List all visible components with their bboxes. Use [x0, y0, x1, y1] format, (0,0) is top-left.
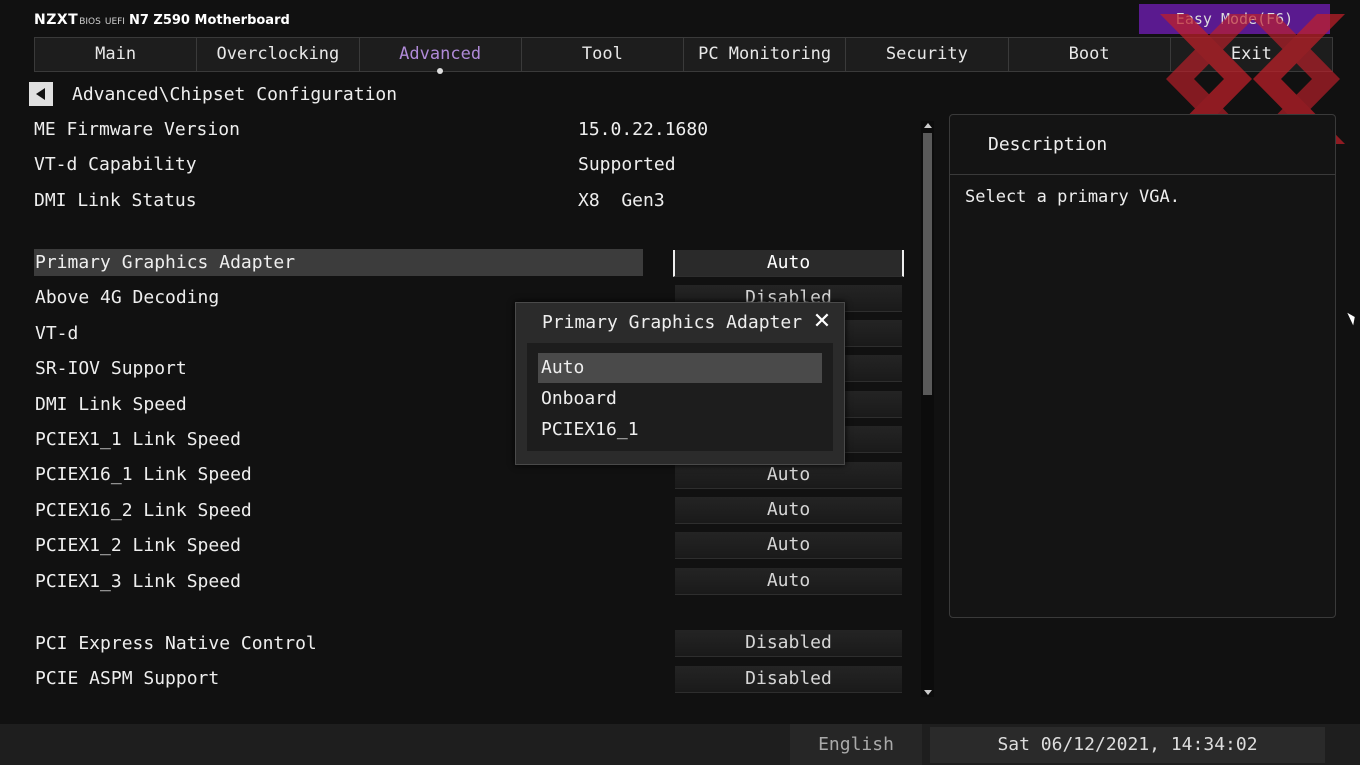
- popup-title: Primary Graphics Adapter: [541, 312, 803, 333]
- mouse-cursor-icon: [1347, 310, 1358, 326]
- description-header: Description: [950, 115, 1335, 175]
- setting-pciex16-2-link-speed[interactable]: PCIEX16_2 Link Speed: [34, 497, 643, 524]
- nzxt-logo: NZXT: [34, 12, 79, 28]
- scroll-down-arrow-icon[interactable]: [924, 690, 932, 695]
- motherboard-model: N7 Z590 Motherboard: [128, 13, 290, 28]
- settings-scrollbar[interactable]: [921, 121, 934, 697]
- setting-pciex1-3-link-speed[interactable]: PCIEX1_3 Link Speed: [34, 568, 643, 595]
- info-label-me-firmware: ME Firmware Version: [34, 119, 240, 140]
- primary-graphics-popup: Primary Graphics Adapter ✕ Auto Onboard …: [515, 302, 845, 465]
- popup-option-auto[interactable]: Auto: [538, 353, 822, 383]
- value-pciex1-2-link-speed[interactable]: Auto: [675, 532, 902, 559]
- tab-overclocking[interactable]: Overclocking: [196, 37, 360, 72]
- tab-tool[interactable]: Tool: [520, 37, 684, 72]
- uefi-label: UEFI: [104, 17, 125, 27]
- description-panel: Description Select a primary VGA.: [949, 114, 1336, 618]
- value-pcie-aspm-support[interactable]: Disabled: [675, 666, 902, 693]
- popup-option-list: Auto Onboard PCIEX16_1: [527, 343, 833, 451]
- breadcrumb: Advanced\Chipset Configuration: [72, 84, 398, 105]
- setting-pciex1-2-link-speed[interactable]: PCIEX1_2 Link Speed: [34, 532, 643, 559]
- value-pciex16-2-link-speed[interactable]: Auto: [675, 497, 902, 524]
- description-title: Description: [988, 134, 1108, 155]
- info-value-dmi-link-status: X8 Gen3: [578, 190, 665, 211]
- tab-security[interactable]: Security: [845, 37, 1009, 72]
- info-label-dmi-link-status: DMI Link Status: [34, 190, 197, 211]
- scrollbar-thumb[interactable]: [923, 133, 932, 395]
- tab-boot[interactable]: Boot: [1007, 37, 1171, 72]
- date-time-display: Sat 06/12/2021, 14:34:02: [930, 727, 1325, 763]
- brand: NZXTBIOS UEFI N7 Z590 Motherboard: [34, 9, 290, 28]
- setting-pciex16-1-link-speed[interactable]: PCIEX16_1 Link Speed: [34, 461, 643, 488]
- bios-label: BIOS: [79, 17, 101, 27]
- info-value-me-firmware: 15.0.22.1680: [578, 119, 709, 140]
- tab-main[interactable]: Main: [34, 37, 198, 72]
- popup-option-pciex16-1[interactable]: PCIEX16_1: [538, 415, 822, 445]
- scroll-up-arrow-icon[interactable]: [924, 123, 932, 128]
- main-tabs: Main Overclocking Advanced Tool PC Monit…: [34, 37, 1333, 74]
- value-primary-graphics-adapter[interactable]: Auto: [673, 250, 904, 277]
- tab-pc-monitoring[interactable]: PC Monitoring: [683, 37, 847, 72]
- setting-pcie-aspm-support[interactable]: PCIE ASPM Support: [34, 665, 643, 692]
- popup-option-onboard[interactable]: Onboard: [538, 384, 822, 414]
- value-pciex16-1-link-speed[interactable]: Auto: [675, 462, 902, 489]
- footer: English Sat 06/12/2021, 14:34:02: [0, 724, 1360, 765]
- setting-primary-graphics-adapter[interactable]: Primary Graphics Adapter: [34, 249, 643, 276]
- value-pci-express-native-control[interactable]: Disabled: [675, 630, 902, 657]
- language-selector[interactable]: English: [790, 724, 922, 765]
- back-arrow-icon[interactable]: [29, 82, 53, 106]
- info-value-vtd-capability: Supported: [578, 154, 676, 175]
- description-text: Select a primary VGA.: [965, 187, 1180, 207]
- info-label-vtd-capability: VT-d Capability: [34, 154, 197, 175]
- value-pciex1-3-link-speed[interactable]: Auto: [675, 568, 902, 595]
- close-icon[interactable]: ✕: [809, 309, 835, 335]
- header: NZXTBIOSUEFIN7 Z590 Motherboard Easy Mod…: [0, 0, 1360, 36]
- setting-pci-express-native-control[interactable]: PCI Express Native Control: [34, 630, 643, 657]
- tab-advanced[interactable]: Advanced: [358, 37, 522, 74]
